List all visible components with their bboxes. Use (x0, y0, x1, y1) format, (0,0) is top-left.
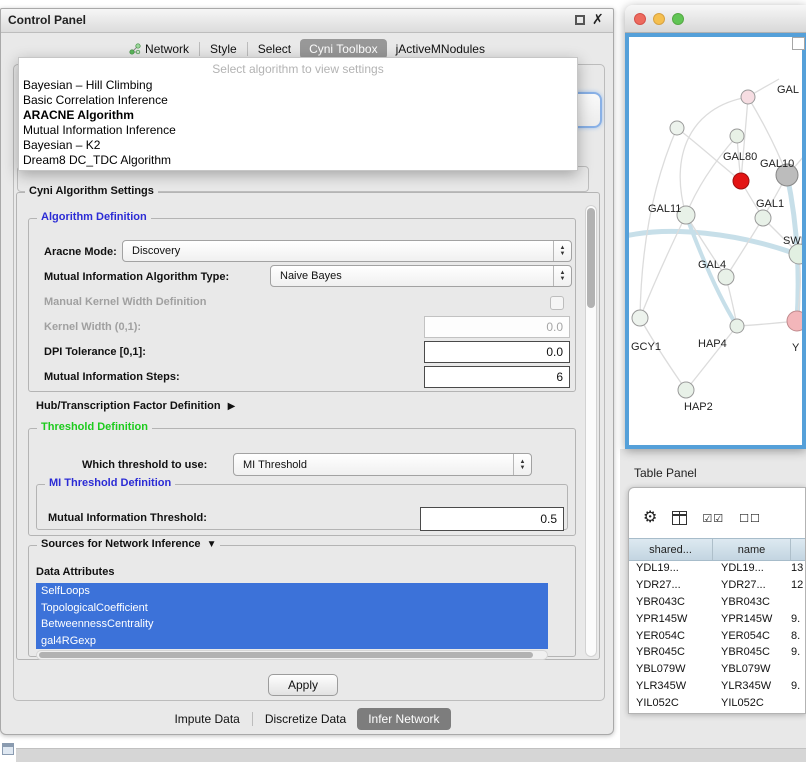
algorithm-option[interactable]: Bayesian – Hill Climbing (19, 78, 577, 93)
algorithm-placeholder: Select algorithm to view settings (19, 58, 577, 78)
algorithm-option[interactable]: Basic Correlation Inference (19, 93, 577, 108)
screen: Control Panel ✗ Network Style Select Cyn… (0, 0, 806, 762)
algorithm-option[interactable]: Dream8 DC_TDC Algorithm (19, 153, 577, 168)
algorithm-option[interactable]: Mutual Information Inference (19, 123, 577, 138)
algorithm-dropdown-list: Select algorithm to view settings Bayesi… (18, 57, 578, 171)
algorithm-option-highlighted[interactable]: ARACNE Algorithm (19, 108, 577, 123)
restore-panel-icon[interactable] (2, 743, 14, 755)
algorithm-option[interactable]: Bayesian – K2 (19, 138, 577, 153)
status-bar (16, 748, 806, 762)
